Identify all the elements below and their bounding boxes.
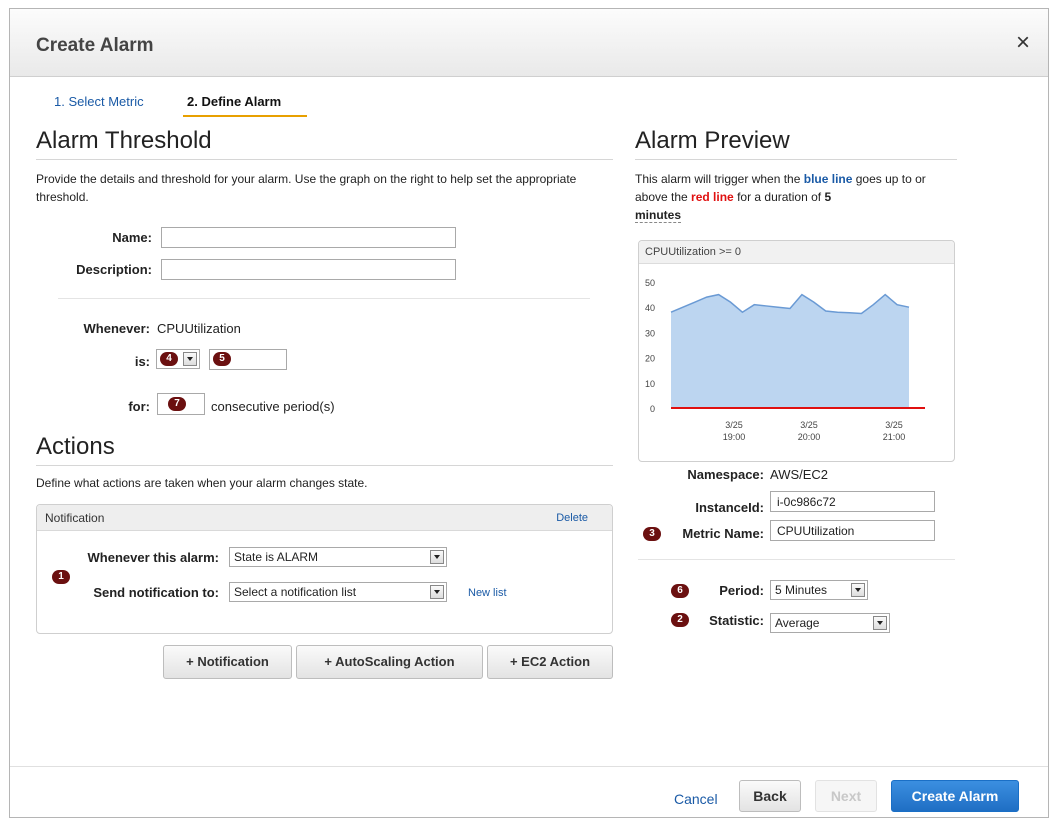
step-select-metric[interactable]: 1. Select Metric <box>54 94 144 109</box>
metric-name-label: Metric Name: <box>682 526 764 541</box>
dialog-header: Create Alarm × <box>10 9 1048 77</box>
notification-panel: Notification Delete 1 Whenever this alar… <box>36 504 613 634</box>
periods-input[interactable]: 7 <box>157 393 205 415</box>
namespace-label: Namespace: <box>687 467 764 482</box>
add-notification-button[interactable]: + Notification <box>163 645 292 679</box>
name-label: Name: <box>112 230 152 245</box>
period-label: Period: <box>719 583 764 598</box>
chevron-down-icon <box>183 352 197 366</box>
chart-title: CPUUtilization >= 0 <box>645 246 741 258</box>
actions-description: Define what actions are taken when your … <box>36 476 368 490</box>
instance-id-input[interactable] <box>770 491 935 512</box>
threshold-value-input[interactable]: 5 <box>209 349 287 370</box>
instance-id-label: InstanceId: <box>695 500 764 515</box>
actions-divider <box>36 465 613 466</box>
y-tick-label: 50 <box>645 278 655 288</box>
add-ec2-action-button[interactable]: + EC2 Action <box>487 645 613 679</box>
back-button[interactable]: Back <box>739 780 801 812</box>
delete-notification-link[interactable]: Delete <box>556 512 588 524</box>
x-tick-date: 3/25 <box>800 420 818 430</box>
chevron-down-icon <box>430 550 444 564</box>
duration-number: 5 <box>824 190 832 204</box>
name-input[interactable] <box>161 227 456 248</box>
whenever-alarm-label: Whenever this alarm: <box>87 550 220 565</box>
next-button[interactable]: Next <box>815 780 877 812</box>
statistic-label: Statistic: <box>709 613 764 628</box>
red-line-text: red line <box>691 190 734 204</box>
chart-header: CPUUtilization >= 0 <box>639 241 954 264</box>
consecutive-periods-text: consecutive period(s) <box>211 399 335 414</box>
cancel-link[interactable]: Cancel <box>674 791 718 807</box>
alarm-threshold-heading: Alarm Threshold <box>36 127 212 154</box>
form-divider <box>58 298 590 299</box>
blue-line-text: blue line <box>803 172 853 186</box>
y-tick-label: 0 <box>650 404 655 414</box>
period-value: 5 Minutes <box>775 583 828 597</box>
badge-4: 4 <box>160 352 178 366</box>
is-label: is: <box>134 354 150 369</box>
footer-divider <box>10 766 1048 767</box>
actions-heading: Actions <box>36 433 115 460</box>
close-icon[interactable]: × <box>1016 31 1030 55</box>
x-tick-time: 20:00 <box>798 432 821 442</box>
y-tick-label: 40 <box>645 303 655 313</box>
notification-panel-header: Notification Delete <box>37 505 612 531</box>
chevron-down-icon <box>873 616 887 630</box>
notification-list-value: Select a notification list <box>234 585 357 599</box>
send-to-label: Send notification to: <box>93 585 219 600</box>
preview-text-3: for a duration of <box>733 190 825 204</box>
badge-5: 5 <box>213 352 231 366</box>
period-select[interactable]: 5 Minutes <box>770 580 868 600</box>
statistic-select[interactable]: Average <box>770 613 890 633</box>
comparison-operator-select[interactable]: 4 <box>156 349 200 369</box>
threshold-description: Provide the details and threshold for yo… <box>36 172 577 204</box>
x-tick-date: 3/25 <box>725 420 743 430</box>
threshold-divider <box>36 159 613 160</box>
create-alarm-dialog: Create Alarm × 1. Select Metric 2. Defin… <box>9 8 1049 818</box>
active-step-indicator <box>183 115 307 117</box>
x-tick-time: 21:00 <box>883 432 906 442</box>
metric-name-input[interactable] <box>770 520 935 541</box>
description-label: Description: <box>76 262 152 277</box>
whenever-label: Whenever: <box>83 321 150 336</box>
y-tick-label: 10 <box>645 379 655 389</box>
whenever-metric-value: CPUUtilization <box>157 321 241 336</box>
badge-1: 1 <box>52 570 70 584</box>
x-tick-date: 3/25 <box>885 420 903 430</box>
for-label: for: <box>128 399 150 414</box>
alarm-preview-heading: Alarm Preview <box>635 127 790 154</box>
notification-list-select[interactable]: Select a notification list <box>229 582 447 602</box>
new-list-link[interactable]: New list <box>468 587 507 599</box>
statistic-value: Average <box>775 616 820 630</box>
add-autoscaling-action-button[interactable]: + AutoScaling Action <box>296 645 483 679</box>
notification-panel-title: Notification <box>45 511 105 525</box>
badge-7: 7 <box>168 397 186 411</box>
step-define-alarm[interactable]: 2. Define Alarm <box>187 94 281 109</box>
description-input[interactable] <box>161 259 456 280</box>
namespace-value: AWS/EC2 <box>770 467 829 482</box>
metric-divider <box>638 559 955 560</box>
create-alarm-button[interactable]: Create Alarm <box>891 780 1019 812</box>
chart-plot: 0 10 20 30 40 50 3/25 19:00 3/25 20:00 3/25 21:00 <box>645 278 925 442</box>
preview-divider <box>635 159 957 160</box>
y-tick-label: 20 <box>645 354 655 364</box>
y-tick-label: 30 <box>645 328 655 338</box>
preview-chart: CPUUtilization >= 0 0 10 20 30 40 50 3/25 19:00… <box>638 240 955 462</box>
chevron-down-icon <box>430 585 444 599</box>
alarm-state-value: State is ALARM <box>234 550 319 564</box>
preview-description: This alarm will trigger when the blue li… <box>635 170 957 224</box>
dialog-title: Create Alarm <box>36 35 154 56</box>
preview-text-1: This alarm will trigger when the <box>635 172 804 186</box>
series-area <box>671 294 909 408</box>
alarm-state-select[interactable]: State is ALARM <box>229 547 447 567</box>
x-tick-time: 19:00 <box>723 432 746 442</box>
chevron-down-icon <box>851 583 865 597</box>
duration-unit-link[interactable]: minutes <box>635 208 682 223</box>
